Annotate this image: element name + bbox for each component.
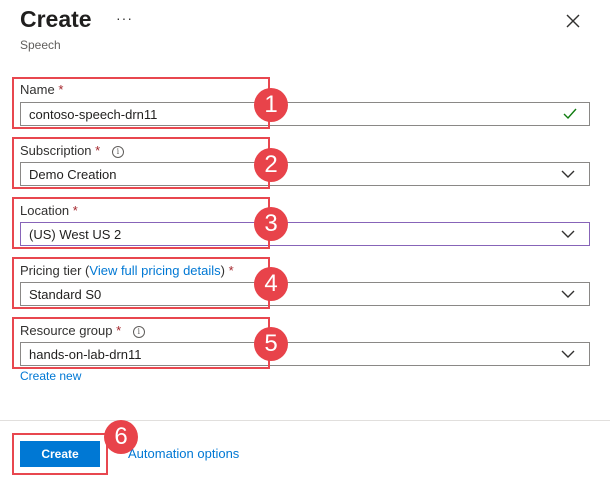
footer-divider (0, 420, 610, 421)
resource-group-label-text: Resource group (20, 323, 113, 338)
create-new-resource-group-link[interactable]: Create new (20, 369, 81, 383)
location-label: Location * (20, 203, 78, 218)
page-subtitle: Speech (20, 38, 61, 52)
subscription-label: Subscription * i (20, 143, 124, 158)
paren-close: ) (220, 263, 226, 278)
required-mark: * (116, 323, 122, 338)
chevron-down-icon (561, 170, 575, 178)
name-label: Name * (20, 82, 63, 97)
close-icon[interactable] (562, 10, 584, 32)
resource-group-select-value: hands-on-lab-drn11 (29, 347, 142, 362)
resource-group-select[interactable]: hands-on-lab-drn11 (20, 342, 590, 366)
location-select-value: (US) West US 2 (29, 227, 122, 242)
name-label-text: Name (20, 82, 55, 97)
chevron-down-icon (561, 350, 575, 358)
chevron-down-icon (561, 290, 575, 298)
subscription-label-text: Subscription (20, 143, 92, 158)
name-input-value: contoso-speech-drn11 (29, 107, 158, 122)
subscription-select-value: Demo Creation (29, 167, 117, 182)
pricing-tier-select[interactable]: Standard S0 (20, 282, 590, 306)
required-mark: * (72, 203, 78, 218)
required-mark: * (58, 82, 64, 97)
more-options-icon[interactable]: ··· (116, 10, 133, 26)
subscription-select[interactable]: Demo Creation (20, 162, 590, 186)
page-title: Create (20, 6, 92, 32)
location-select[interactable]: (US) West US 2 (20, 222, 590, 246)
required-mark: * (228, 263, 234, 278)
pricing-tier-label: Pricing tier (View full pricing details)… (20, 263, 234, 278)
required-mark: * (95, 143, 101, 158)
check-icon (563, 108, 577, 120)
info-icon[interactable]: i (111, 146, 124, 158)
info-icon[interactable]: i (132, 326, 145, 338)
automation-options-link[interactable]: Automation options (128, 446, 239, 461)
pricing-tier-select-value: Standard S0 (29, 287, 102, 302)
view-pricing-details-link[interactable]: View full pricing details (89, 263, 220, 278)
create-button[interactable]: Create (20, 441, 100, 467)
chevron-down-icon (561, 230, 575, 238)
pricing-tier-label-text: Pricing tier (20, 263, 82, 278)
location-label-text: Location (20, 203, 70, 218)
name-input[interactable]: contoso-speech-drn11 (20, 102, 590, 126)
resource-group-label: Resource group * i (20, 323, 145, 338)
